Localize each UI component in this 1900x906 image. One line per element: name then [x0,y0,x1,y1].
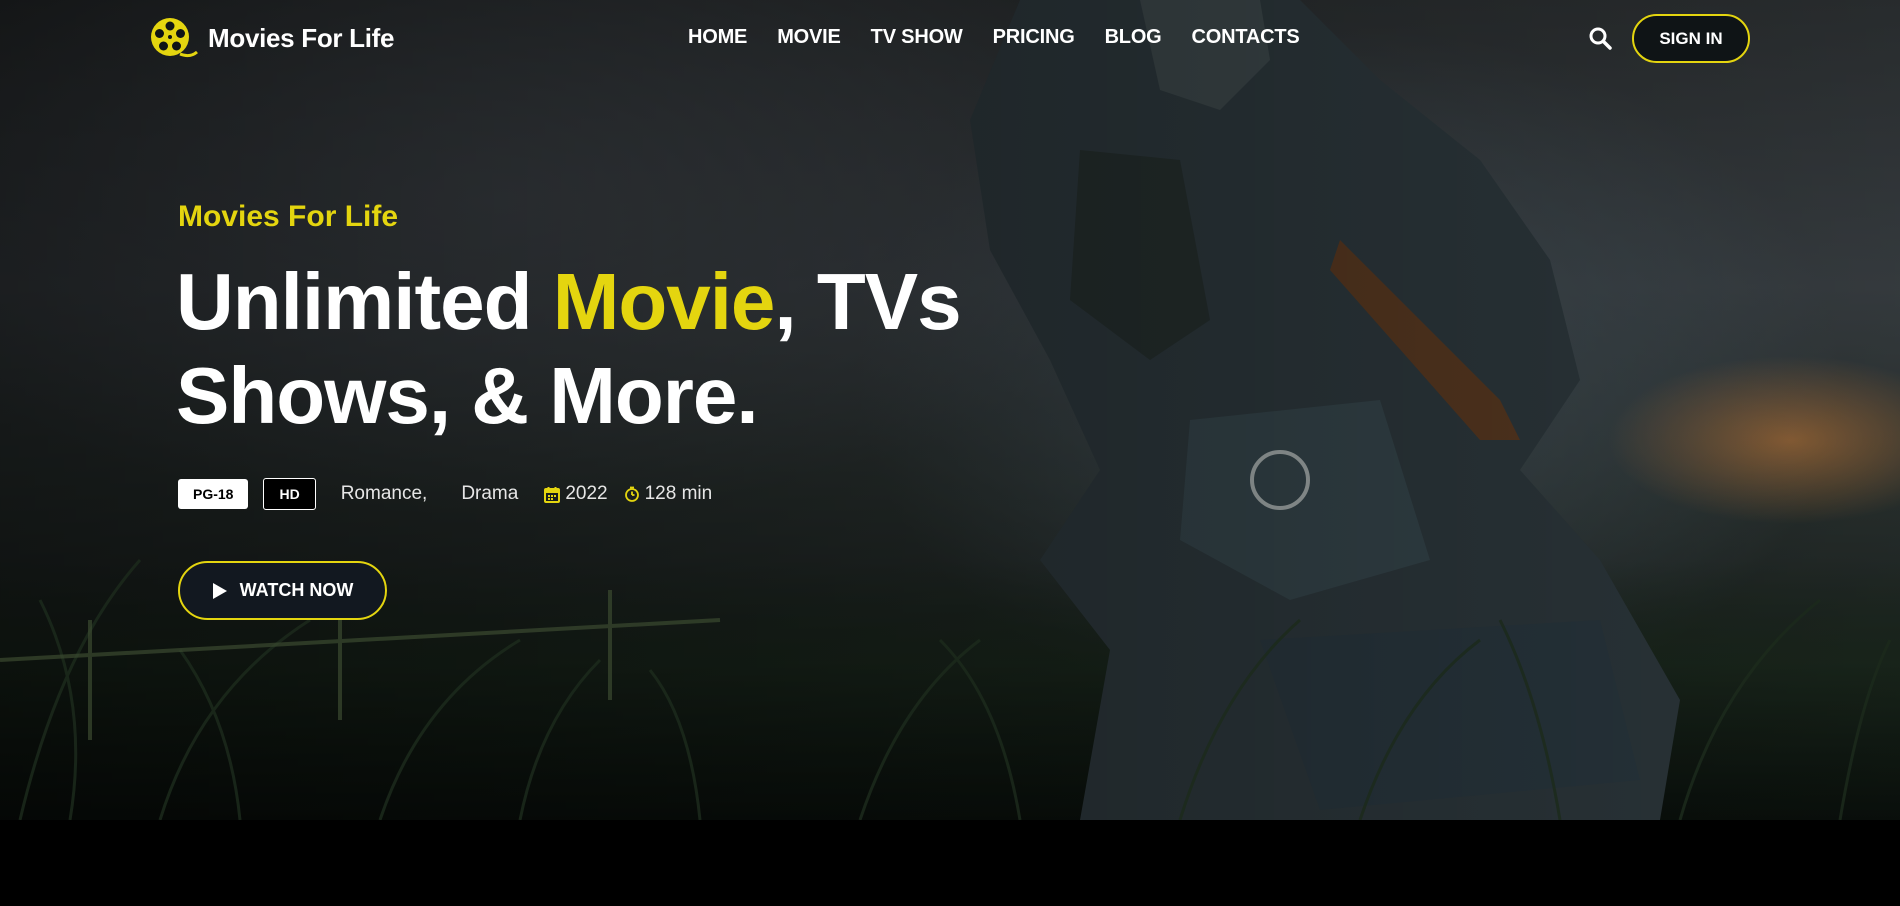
clock-icon [624,486,639,502]
headline-accent: Movie [552,257,776,346]
release-year: 2022 [544,483,608,505]
nav-item-tv-show[interactable]: TV SHOW [871,26,963,49]
release-year-text: 2022 [565,483,608,504]
nav-item-movie[interactable]: MOVIE [777,26,841,49]
headline-part-2: , TVs [774,257,961,346]
duration-text: 128 min [644,483,713,504]
nav-item-contacts[interactable]: CONTACTS [1192,26,1300,49]
main-nav: HOME MOVIE TV SHOW PRICING BLOG CONTACTS [688,26,1300,49]
site-logo[interactable]: Movies For Life [150,16,395,60]
headline-line-2: Shows, & More. [176,351,759,440]
watch-now-label: WATCH NOW [239,580,354,600]
film-reel-icon [151,18,198,58]
headline-part-1: Unlimited [176,257,553,346]
search-icon[interactable] [1588,26,1612,50]
movie-meta: PG-18 HD Romance, Drama 2022 128 min [178,478,712,510]
watch-now-button[interactable]: WATCH NOW [178,561,387,620]
nav-item-home[interactable]: HOME [688,26,747,49]
play-icon [212,582,227,599]
sign-in-button[interactable]: SIGN IN [1632,14,1750,63]
calendar-icon [544,486,561,503]
site-name: Movies For Life [208,22,395,53]
hero-headline: Unlimited Movie, TVs Shows, & More. [176,255,962,443]
nav-item-blog[interactable]: BLOG [1105,26,1162,49]
duration: 128 min [624,483,713,505]
genre-link[interactable]: Romance, [341,483,428,505]
genre-link[interactable]: Drama [461,483,518,505]
nav-item-pricing[interactable]: PRICING [993,26,1075,49]
quality-badge: HD [263,478,316,510]
hero-kicker: Movies For Life [178,200,399,233]
rating-badge: PG-18 [178,479,249,509]
